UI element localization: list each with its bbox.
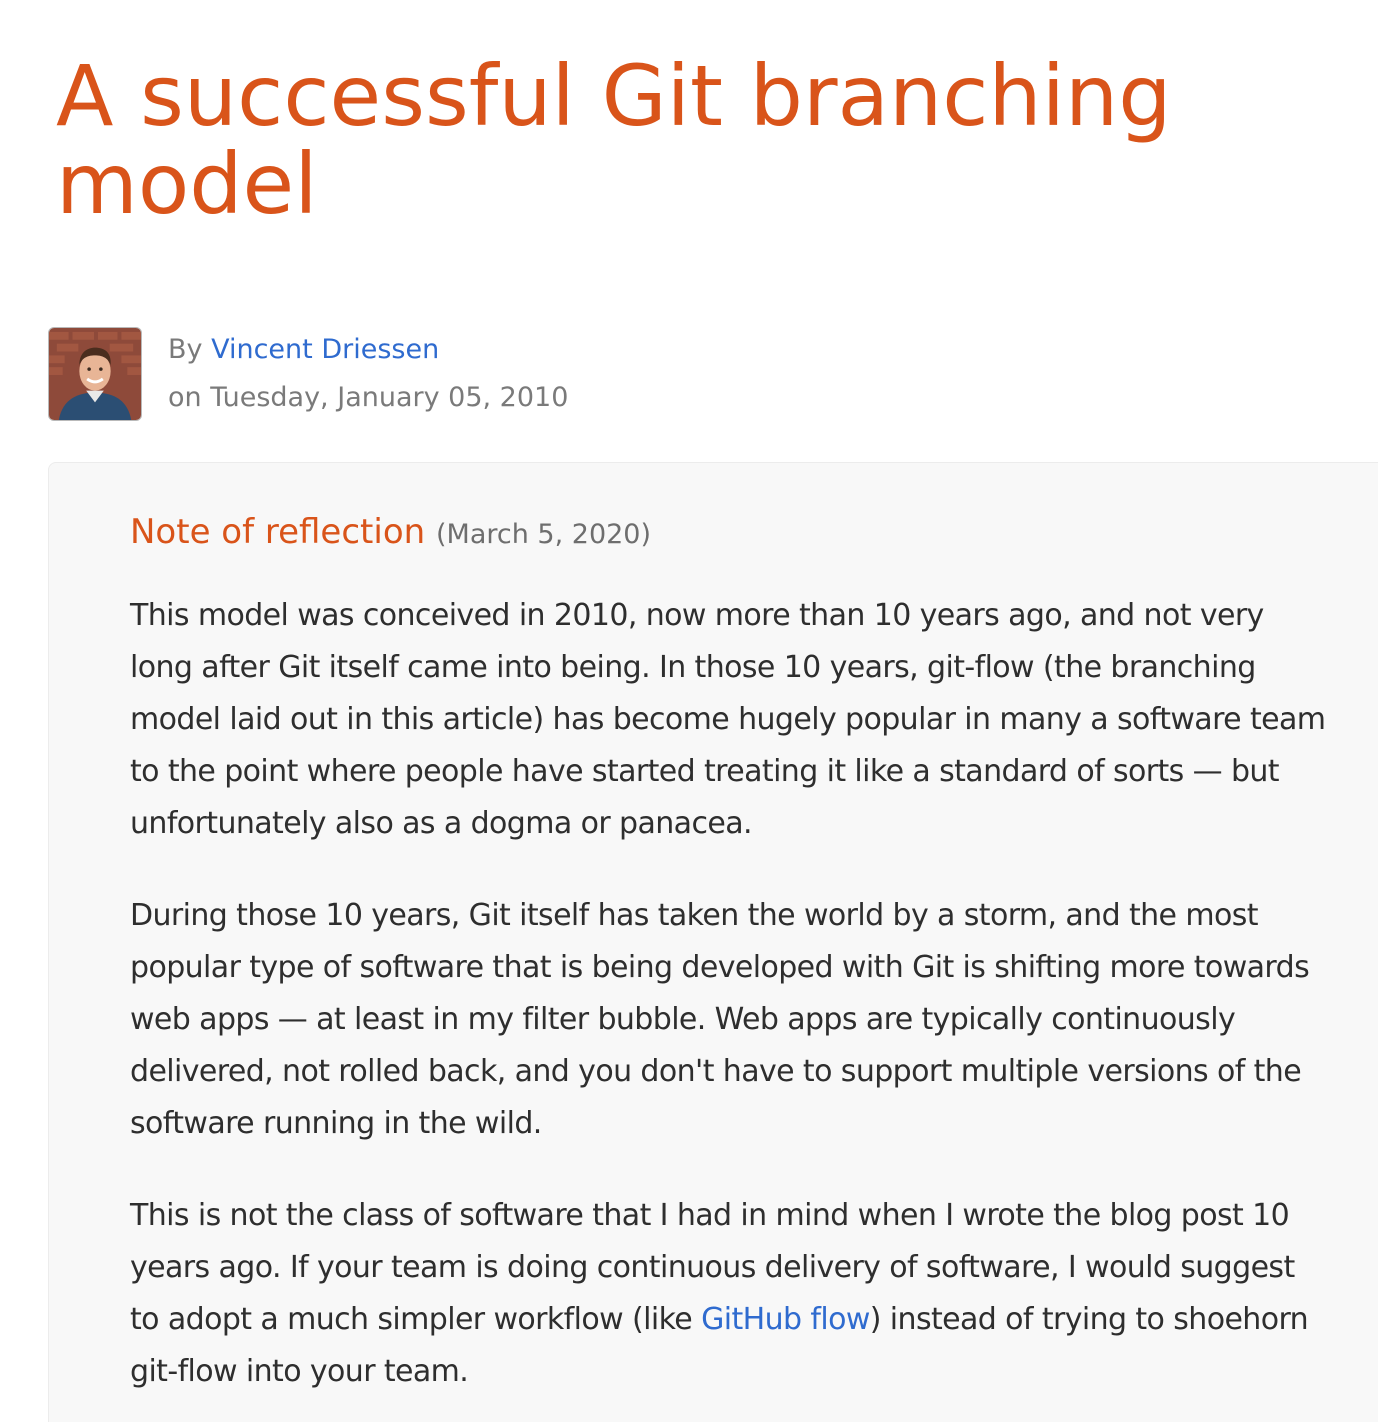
note-title: Note of reflection <box>130 512 426 552</box>
note-date: (March 5, 2020) <box>436 519 652 550</box>
avatar-photo-icon <box>49 328 141 420</box>
note-heading: Note of reflection (March 5, 2020) <box>130 506 651 561</box>
author-link[interactable]: Vincent Driessen <box>211 334 439 365</box>
byline-meta: By Vincent Driessen on Tuesday, January … <box>168 326 568 422</box>
note-paragraph-1: This model was conceived in 2010, now mo… <box>130 598 1326 841</box>
article-title: A successful Git branching model <box>56 47 1172 233</box>
byline: By Vincent Driessen on Tuesday, January … <box>48 326 568 422</box>
by-prefix: By <box>168 334 212 365</box>
publish-date: on Tuesday, January 05, 2010 <box>168 382 569 413</box>
note-paragraph-3: This is not the class of software that I… <box>130 1190 1330 1398</box>
author-avatar[interactable] <box>48 327 142 421</box>
author-line: By Vincent Driessen <box>168 326 568 374</box>
article-page: A successful Git branching model By Vinc… <box>0 0 1378 1422</box>
github-flow-link[interactable]: GitHub flow <box>701 1302 870 1337</box>
note-paragraph-2: During those 10 years, Git itself has ta… <box>130 898 1310 1141</box>
